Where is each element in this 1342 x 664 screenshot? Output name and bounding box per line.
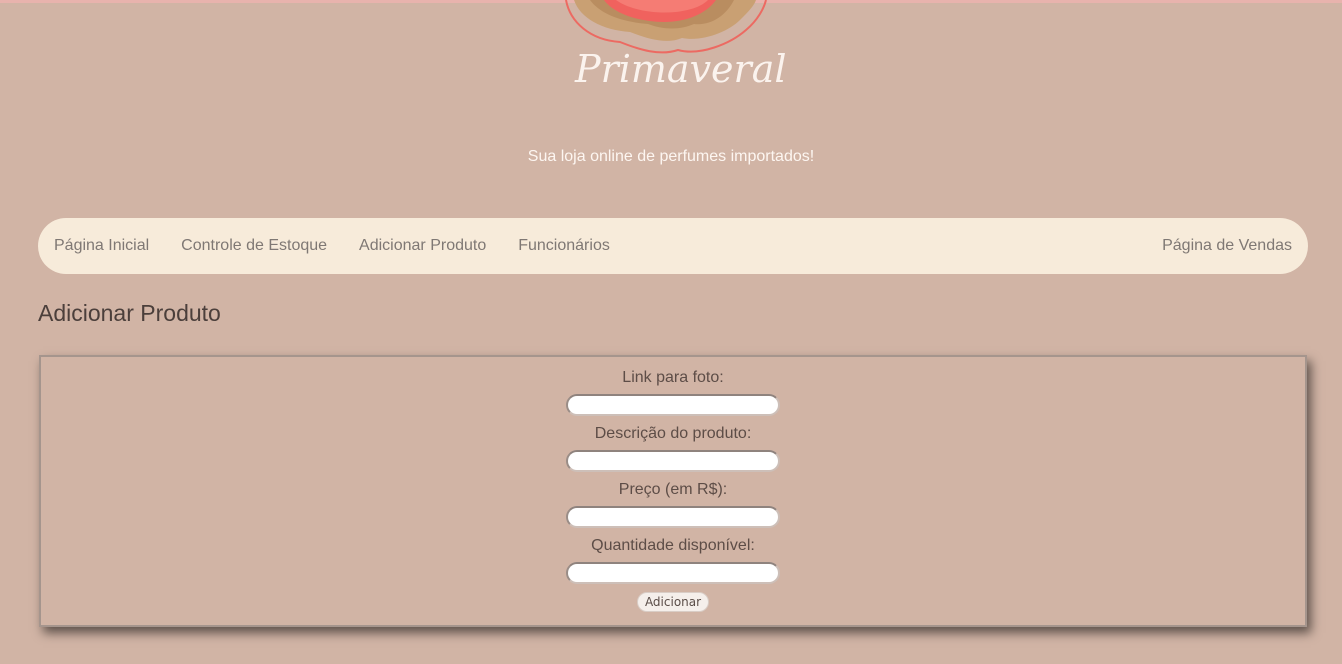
nav-item-employees[interactable]: Funcionários bbox=[518, 237, 610, 255]
tagline: Sua loja online de perfumes importados! bbox=[527, 148, 815, 165]
description-input[interactable] bbox=[566, 450, 780, 472]
nav-item-sales-page[interactable]: Página de Vendas bbox=[1162, 237, 1292, 255]
photo-link-input[interactable] bbox=[566, 394, 780, 416]
nav-item-home[interactable]: Página Inicial bbox=[54, 237, 149, 255]
price-label: Preço (em R$): bbox=[618, 481, 728, 498]
nav-left-group: Página Inicial Controle de Estoque Adici… bbox=[54, 237, 1162, 255]
brand-logo[interactable]: Primaveral bbox=[560, 0, 787, 110]
price-input[interactable] bbox=[566, 506, 780, 528]
quantity-label: Quantidade disponível: bbox=[591, 537, 755, 554]
brand-name: Primaveral bbox=[575, 47, 787, 91]
page-title: Adicionar Produto bbox=[38, 300, 221, 326]
nav-item-add-product[interactable]: Adicionar Produto bbox=[359, 237, 486, 255]
photo-link-label: Link para foto: bbox=[622, 369, 724, 386]
quantity-input[interactable] bbox=[566, 562, 780, 584]
description-label: Descrição do produto: bbox=[594, 425, 752, 442]
add-product-form: Link para foto: Descrição do produto: Pr… bbox=[39, 355, 1307, 627]
add-product-button[interactable]: Adicionar bbox=[636, 592, 710, 612]
nav-item-stock-control[interactable]: Controle de Estoque bbox=[181, 237, 327, 255]
main-navbar: Página Inicial Controle de Estoque Adici… bbox=[38, 218, 1308, 274]
